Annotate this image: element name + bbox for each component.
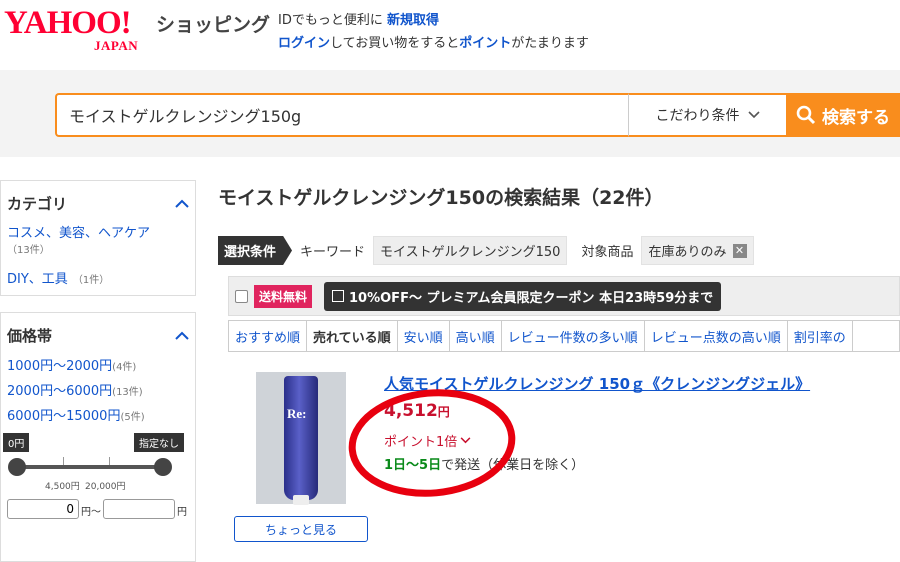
price-range-link[interactable]: 6000円〜15000円 xyxy=(7,409,120,424)
tube-image: Re: xyxy=(284,376,318,505)
tick-label-left: 4,500円 xyxy=(45,482,80,492)
category-panel: カテゴリ コスメ、美容、ヘアケア （13件） DIY、工具 （1件） xyxy=(0,180,196,296)
login-link[interactable]: ログイン xyxy=(278,36,330,51)
annotation-circle xyxy=(348,389,516,497)
coupon-filter[interactable]: 10%OFF〜 プレミアム会員限定クーポン 本日23時59分まで xyxy=(324,281,722,311)
logo-main: YAHOO! xyxy=(4,5,132,41)
selected-conditions: 選択条件 キーワード モイストゲルクレンジング150 対象商品 在庫ありのみ ✕ xyxy=(218,236,754,265)
price-count: (5件) xyxy=(120,412,145,423)
search-input[interactable] xyxy=(57,95,630,135)
price-header[interactable]: 価格帯 xyxy=(1,325,195,346)
signup-prefix: IDでもっと便利に xyxy=(278,13,383,28)
keyword-chip[interactable]: モイストゲルクレンジング150 xyxy=(373,236,568,265)
login-suffix-text: がたまります xyxy=(511,36,589,51)
price-range-link[interactable]: 2000円〜6000円 xyxy=(7,384,112,399)
point-link[interactable]: ポイント xyxy=(459,36,511,51)
price-row: 1000円〜2000円(4件) xyxy=(7,354,189,379)
chevron-up-icon xyxy=(175,199,189,208)
category-item[interactable]: DIY、工具 xyxy=(7,272,68,287)
tick-label-right: 20,000円 xyxy=(85,482,126,492)
filter-bar: 送料無料 10%OFF〜 プレミアム会員限定クーポン 本日23時59分まで xyxy=(228,276,900,316)
login-middle-text: してお買い物をすると xyxy=(330,36,460,51)
category-count: （1件） xyxy=(72,275,110,286)
yen-separator: 円〜 xyxy=(81,507,101,518)
category-title: カテゴリ xyxy=(7,195,68,213)
coupon-checkbox xyxy=(332,290,345,302)
chevron-down-icon xyxy=(747,111,760,119)
site-header: YAHOO! JAPAN ショッピング IDでもっと便利に 新規取得 ログインし… xyxy=(0,0,900,70)
slider-max-label: 指定なし xyxy=(134,433,184,452)
quick-view-button[interactable]: ちょっと見る xyxy=(234,516,368,542)
results-title: モイストゲルクレンジング150の検索結果（22件） xyxy=(218,187,664,209)
price-inputs: 円〜 円 xyxy=(1,499,195,523)
category-header[interactable]: カテゴリ xyxy=(1,193,195,214)
category-count: （13件） xyxy=(7,245,50,256)
chevron-up-icon xyxy=(175,331,189,340)
sort-tab[interactable]: 高い順 xyxy=(450,321,502,351)
yahoo-logo[interactable]: YAHOO! JAPAN xyxy=(4,5,138,53)
header-signup-line: IDでもっと便利に 新規取得 xyxy=(278,9,439,28)
price-row: 6000円〜15000円(5件) xyxy=(7,404,189,429)
price-slider: 0円 指定なし 4,500円 20,000円 xyxy=(1,429,195,499)
conditions-label: こだわり条件 xyxy=(655,108,740,124)
coupon-label: 10%OFF〜 プレミアム会員限定クーポン 本日23時59分まで xyxy=(349,290,714,306)
shopping-title[interactable]: ショッピング xyxy=(156,10,270,37)
slider-min-handle[interactable] xyxy=(8,458,26,476)
selected-conditions-tag: 選択条件 xyxy=(218,236,293,265)
target-label: 対象商品 xyxy=(581,245,634,260)
sort-tabs: おすすめ順 売れている順 安い順 高い順 レビュー件数の多い順 レビュー点数の高い順 割引率… xyxy=(228,320,900,352)
search-icon xyxy=(796,105,816,125)
tube-label: Re: xyxy=(287,406,307,421)
sort-tab[interactable]: 売れている順 xyxy=(307,321,398,351)
price-panel: 価格帯 1000円〜2000円(4件) 2000円〜6000円(13件) 600… xyxy=(0,312,196,562)
slider-tick xyxy=(63,457,64,465)
search-button-label: 検索する xyxy=(822,107,890,128)
price-list: 1000円〜2000円(4件) 2000円〜6000円(13件) 6000円〜1… xyxy=(1,346,195,429)
target-value: 在庫ありのみ xyxy=(648,245,727,260)
slider-min-label: 0円 xyxy=(3,433,30,452)
sort-tab[interactable]: おすすめ順 xyxy=(229,321,308,351)
yen-end: 円 xyxy=(177,507,187,518)
header-login-line: ログインしてお買い物をするとポイントがたまります xyxy=(278,32,589,51)
price-title: 価格帯 xyxy=(7,327,53,345)
sort-tab[interactable]: レビュー点数の高い順 xyxy=(645,321,788,351)
close-icon[interactable]: ✕ xyxy=(732,243,747,258)
price-min-input[interactable] xyxy=(7,499,79,519)
sort-tab[interactable]: 安い順 xyxy=(398,321,450,351)
category-item-row: DIY、工具 （1件） xyxy=(7,268,189,287)
signup-link[interactable]: 新規取得 xyxy=(387,13,439,28)
free-shipping-checkbox[interactable] xyxy=(235,289,248,303)
price-row: 2000円〜6000円(13件) xyxy=(7,379,189,404)
slider-max-handle[interactable] xyxy=(154,458,172,476)
conditions-dropdown[interactable]: こだわり条件 xyxy=(628,93,786,137)
sort-tab[interactable]: 割引率の xyxy=(788,321,853,351)
product-image[interactable]: Re: xyxy=(256,372,346,505)
price-range-link[interactable]: 1000円〜2000円 xyxy=(7,359,112,374)
slider-tick xyxy=(109,457,110,465)
target-chip[interactable]: 在庫ありのみ ✕ xyxy=(641,236,754,265)
price-count: (13件) xyxy=(112,387,143,398)
tube-cap xyxy=(293,495,309,505)
free-shipping-badge[interactable]: 送料無料 xyxy=(254,284,313,308)
sort-tab[interactable]: レビュー件数の多い順 xyxy=(502,321,645,351)
price-count: (4件) xyxy=(112,362,137,373)
logo-sub: JAPAN xyxy=(94,38,139,53)
slider-track xyxy=(17,465,163,469)
search-box xyxy=(55,93,630,137)
search-band: こだわり条件 検索する xyxy=(0,70,900,157)
category-item[interactable]: コスメ、美容、ヘアケア xyxy=(7,222,189,241)
price-max-input[interactable] xyxy=(103,499,175,519)
category-list: コスメ、美容、ヘアケア （13件） DIY、工具 （1件） xyxy=(1,214,195,287)
keyword-label: キーワード xyxy=(300,245,366,260)
search-button[interactable]: 検索する xyxy=(786,93,900,137)
